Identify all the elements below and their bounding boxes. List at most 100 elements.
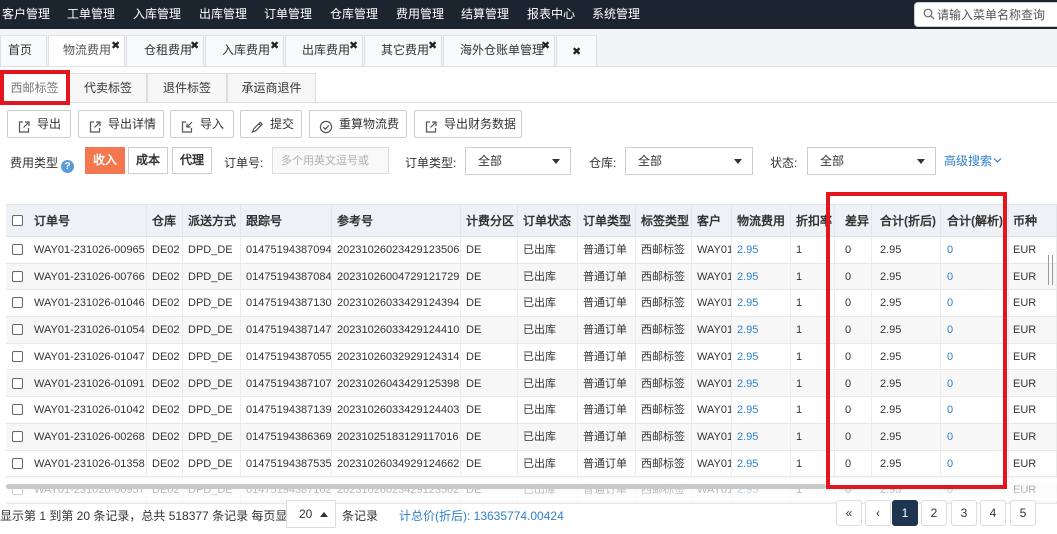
page-prev-button[interactable]: ‹	[865, 500, 891, 526]
page-size-select[interactable]: 20	[286, 500, 336, 528]
table-row[interactable]: WAY01-231026-01047 DE02 DPD_DE 014751943870…	[6, 343, 1057, 371]
col-logistics-fee[interactable]: 物流费用	[732, 205, 791, 237]
tab-other-fees[interactable]: 其它费用 ✖	[364, 35, 442, 66]
tab-storage-fees[interactable]: 仓租费用 ✖	[126, 35, 204, 66]
tab-home[interactable]: 首页	[0, 35, 47, 66]
row-checkbox[interactable]	[12, 244, 23, 255]
table-row[interactable]: WAY01-231026-01054 DE02 DPD_DE 014751943871…	[6, 317, 1057, 344]
col-difference[interactable]: 差异	[835, 205, 872, 237]
col-label-type[interactable]: 标签类型	[636, 205, 692, 237]
cell-total-parsed[interactable]: 0	[941, 290, 1009, 317]
table-row[interactable]: WAY01-231026-01042 DE02 DPD_DE 014751943871…	[6, 397, 1057, 424]
col-warehouse[interactable]: 仓库	[147, 205, 183, 237]
col-tracking-no[interactable]: 跟踪号	[241, 205, 332, 237]
col-order-status[interactable]: 订单状态	[518, 205, 578, 237]
help-icon[interactable]: ?	[61, 160, 75, 173]
cell-logistics-fee[interactable]: 2.95	[732, 290, 791, 317]
menu-fees[interactable]: 费用管理	[396, 0, 444, 29]
table-row[interactable]: WAY01-231026-01046 DE02 DPD_DE 014751943871…	[6, 290, 1057, 318]
col-total-parsed[interactable]: 合计(解析)	[941, 205, 1009, 237]
subtab-consignment-label[interactable]: 代卖标签	[69, 73, 147, 103]
vertical-scrollbar[interactable]	[1048, 255, 1053, 285]
col-order-no[interactable]: 订单号	[28, 205, 147, 237]
col-order-type[interactable]: 订单类型	[578, 205, 636, 237]
subtab-return-label[interactable]: 退件标签	[147, 73, 227, 103]
cell-logistics-fee[interactable]: 2.95	[732, 370, 791, 397]
cell-logistics-fee[interactable]: 2.95	[732, 343, 791, 370]
export-details-button[interactable]: 导出详情	[78, 110, 164, 138]
row-checkbox[interactable]	[12, 457, 23, 469]
cell-total-parsed[interactable]: 0	[941, 423, 1009, 450]
col-total-discounted[interactable]: 合计(折后)	[872, 205, 941, 237]
menu-order[interactable]: 订单管理	[264, 0, 312, 29]
menu-ticket[interactable]: 工单管理	[67, 0, 115, 29]
subtab-west-post-label[interactable]: 西邮标签	[0, 73, 69, 103]
menu-system[interactable]: 系统管理	[592, 0, 640, 29]
fee-type-income-button[interactable]: 收入	[85, 147, 125, 174]
cell-logistics-fee[interactable]: 2.95	[732, 450, 791, 477]
order-type-select[interactable]: 全部	[465, 147, 571, 175]
tab-inbound-fees[interactable]: 入库费用 ✖	[205, 35, 284, 66]
page-4-button[interactable]: 4	[980, 500, 1006, 526]
row-checkbox[interactable]	[12, 377, 23, 389]
table-row[interactable]: WAY01-231026-01358 DE02 DPD_DE 014751943875…	[6, 450, 1057, 478]
col-currency[interactable]: 币种	[1009, 205, 1057, 237]
menu-customer[interactable]: 客户管理	[2, 0, 50, 29]
cell-total-parsed[interactable]: 0	[941, 450, 1009, 477]
menu-inbound[interactable]: 入库管理	[133, 0, 181, 29]
tab-outbound-fees[interactable]: 出库费用 ✖	[285, 35, 363, 66]
page-3-button[interactable]: 3	[951, 500, 977, 526]
menu-search-input[interactable]	[937, 6, 1057, 24]
close-icon[interactable]: ✖	[541, 40, 550, 52]
col-delivery-method[interactable]: 派送方式	[183, 205, 241, 237]
export-button[interactable]: 导出	[7, 110, 71, 138]
subtab-carrier-return[interactable]: 承运商退件	[227, 73, 316, 103]
menu-settlement[interactable]: 结算管理	[461, 0, 509, 29]
export-finance-button[interactable]: 导出财务数据	[414, 110, 522, 138]
menu-warehouse[interactable]: 仓库管理	[330, 0, 378, 29]
cell-logistics-fee[interactable]: 2.95	[732, 317, 791, 344]
close-icon[interactable]: ✖	[190, 40, 199, 52]
page-1-button[interactable]: 1	[892, 500, 918, 526]
row-checkbox[interactable]	[12, 430, 23, 442]
col-discount-rate[interactable]: 折扣率	[791, 205, 835, 237]
menu-reports[interactable]: 报表中心	[527, 0, 575, 29]
col-billing-zone[interactable]: 计费分区	[461, 205, 518, 237]
row-checkbox[interactable]	[12, 350, 23, 362]
page-5-button[interactable]: 5	[1010, 500, 1036, 526]
submit-button[interactable]: 提交	[240, 110, 302, 138]
row-checkbox[interactable]	[12, 270, 23, 282]
cell-logistics-fee[interactable]: 2.95	[732, 237, 791, 263]
advanced-search-link[interactable]: 高级搜索	[944, 152, 1002, 169]
horizontal-scrollbar[interactable]	[6, 484, 826, 489]
tab-close-all[interactable]: ✖	[556, 35, 597, 66]
close-icon[interactable]: ✖	[349, 40, 358, 52]
page-2-button[interactable]: 2	[921, 500, 947, 526]
row-checkbox[interactable]	[12, 324, 23, 336]
menu-outbound[interactable]: 出库管理	[199, 0, 247, 29]
row-checkbox[interactable]	[12, 404, 23, 416]
page-first-button[interactable]: «	[836, 500, 862, 526]
order-no-input[interactable]	[272, 147, 389, 174]
status-select[interactable]: 全部	[807, 147, 936, 175]
tab-logistics-fees[interactable]: 物流费用 ✖	[48, 35, 125, 66]
cell-total-parsed[interactable]: 0	[941, 370, 1009, 397]
table-row[interactable]: WAY01-231026-00766 DE02 DPD_DE 014751943870…	[6, 263, 1057, 291]
close-icon[interactable]: ✖	[572, 46, 581, 58]
table-row[interactable]: WAY01-231026-00268 DE02 DPD_DE 014751943863…	[6, 423, 1057, 451]
cell-logistics-fee[interactable]: 2.95	[732, 397, 791, 424]
col-reference-no[interactable]: 参考号	[332, 205, 461, 237]
recalculate-fee-button[interactable]: 重算物流费	[309, 110, 407, 138]
cell-total-parsed[interactable]: 0	[941, 263, 1009, 290]
close-icon[interactable]: ✖	[111, 40, 120, 52]
table-row[interactable]: WAY01-231026-01091 DE02 DPD_DE 014751943871…	[6, 370, 1057, 398]
tab-overseas-billing[interactable]: 海外仓账单管理 ✖	[443, 35, 555, 66]
fee-type-cost-button[interactable]: 成本	[128, 147, 168, 174]
select-all-checkbox[interactable]	[12, 215, 23, 226]
cell-total-parsed[interactable]: 0	[941, 237, 1009, 263]
import-button[interactable]: 导入	[170, 110, 234, 138]
row-checkbox[interactable]	[12, 297, 23, 309]
warehouse-select[interactable]: 全部	[625, 147, 753, 175]
close-icon[interactable]: ✖	[270, 40, 279, 52]
fee-type-agent-button[interactable]: 代理	[172, 147, 212, 174]
